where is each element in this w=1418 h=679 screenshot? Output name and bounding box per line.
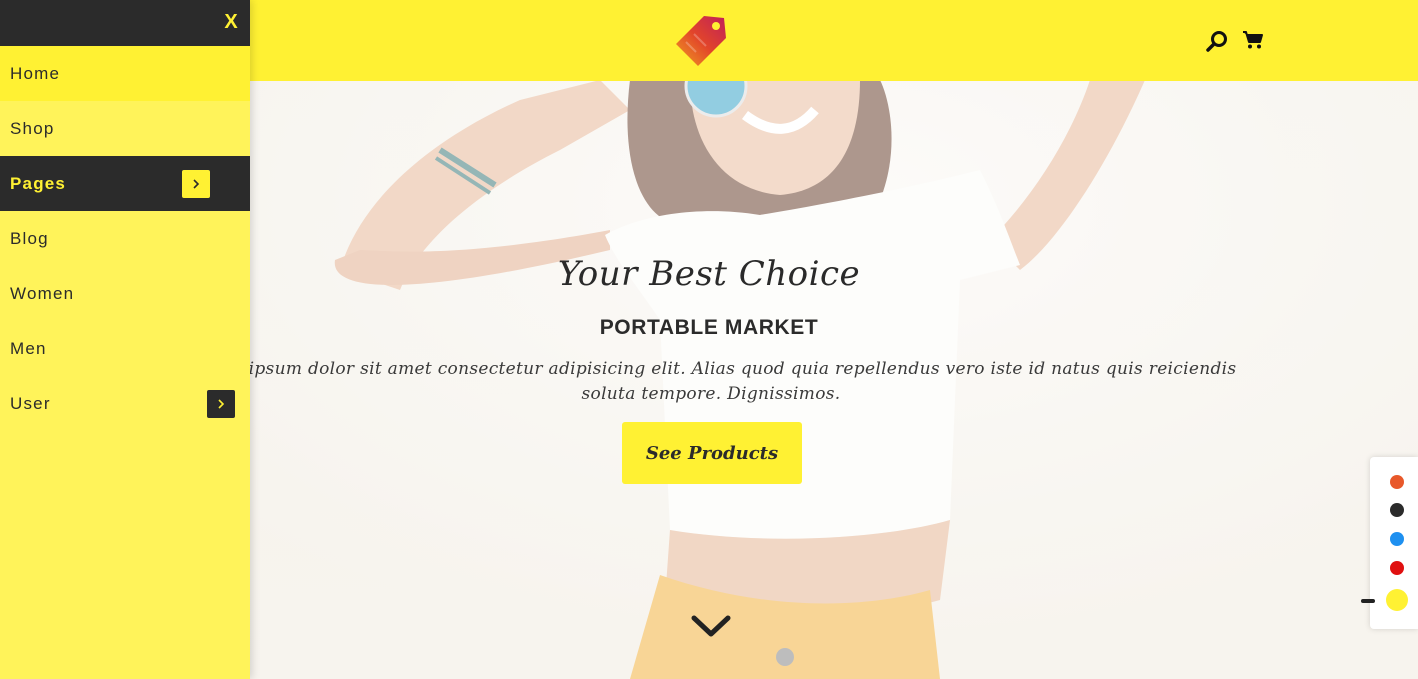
pages-submenu-toggle[interactable]: [182, 169, 210, 198]
color-switcher-toggle[interactable]: [1361, 599, 1375, 603]
color-swatch-yellow[interactable]: [1386, 589, 1408, 611]
color-swatch-blue[interactable]: [1390, 532, 1404, 546]
color-swatch-dark[interactable]: [1390, 503, 1404, 517]
menu-item-label: User: [10, 393, 51, 413]
color-switcher-panel: [1370, 457, 1418, 629]
side-menu: X Home Shop Pages Blog Women Men User: [0, 0, 250, 679]
menu-item-label: Blog: [10, 228, 49, 248]
menu-item-home[interactable]: Home: [0, 46, 250, 101]
color-swatch-orange[interactable]: [1390, 475, 1404, 489]
menu-item-men[interactable]: Men: [0, 321, 250, 376]
chevron-right-icon: [193, 178, 200, 189]
menu-item-women[interactable]: Women: [0, 266, 250, 321]
menu-item-blog[interactable]: Blog: [0, 211, 250, 266]
chevron-down-icon[interactable]: [690, 612, 732, 640]
menu-item-label: Pages: [10, 173, 67, 193]
color-swatch-red[interactable]: [1390, 561, 1404, 575]
menu-item-label: Women: [10, 283, 75, 303]
menu-item-user[interactable]: User: [0, 376, 250, 431]
side-menu-topbar: X: [0, 0, 250, 46]
menu-item-label: Home: [10, 63, 61, 83]
close-menu-button[interactable]: X: [222, 10, 240, 34]
see-products-button[interactable]: See Products: [622, 422, 802, 484]
menu-item-label: Shop: [10, 118, 55, 138]
menu-item-label: Men: [10, 338, 47, 358]
chevron-right-icon: [218, 398, 225, 409]
search-icon[interactable]: [1206, 30, 1228, 52]
price-tag-logo-icon[interactable]: [674, 12, 728, 68]
menu-item-shop[interactable]: Shop: [0, 101, 250, 156]
menu-item-pages[interactable]: Pages: [0, 156, 250, 211]
hero-description: Lorem ipsum dolor sit amet consectetur a…: [185, 359, 1237, 404]
cart-icon[interactable]: [1242, 30, 1264, 50]
user-submenu-toggle[interactable]: [207, 389, 235, 418]
